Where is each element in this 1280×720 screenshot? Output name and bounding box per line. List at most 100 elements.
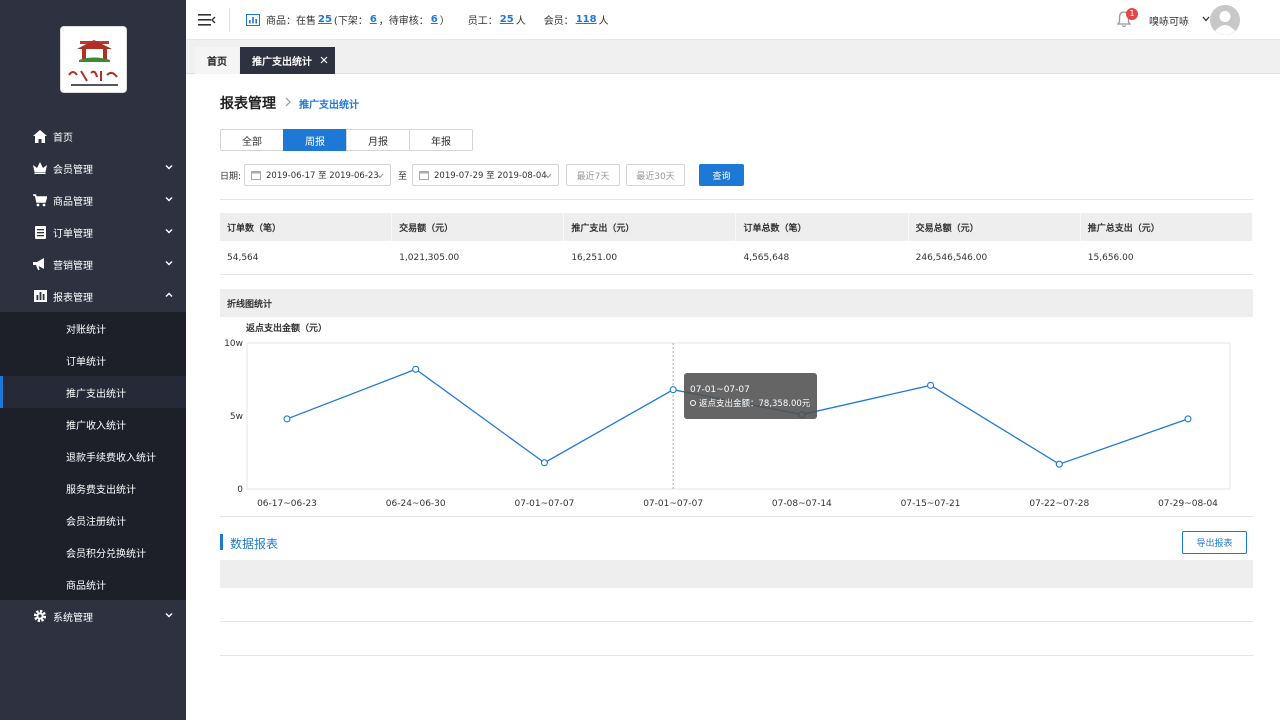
sidebar-sub-promo-income[interactable]: 推广收入统计 (0, 408, 186, 440)
staff-label: 员工： (467, 16, 498, 27)
sidebar-item-system[interactable]: 系统管理 (0, 600, 186, 632)
home-icon (33, 129, 47, 143)
sidebar-item-orders[interactable]: 订单管理 (0, 216, 186, 248)
summary-header-cell: 推广支出（元） (564, 213, 737, 241)
summary-header-cell: 交易额（元） (392, 213, 565, 241)
sidebar-item-home[interactable]: 首页 (0, 120, 186, 152)
user-avatar-icon (1210, 5, 1240, 35)
chevron-down-icon (544, 173, 552, 179)
tooltip-value: 返点支出金额：78,358.00元 (699, 398, 811, 409)
sidebar-sub-orders[interactable]: 订单统计 (0, 344, 186, 376)
query-button[interactable]: 查询 (699, 164, 744, 186)
summary-value-cell: 1,021,305.00 (392, 241, 565, 274)
avatar[interactable] (1210, 5, 1240, 35)
chart-icon (33, 289, 47, 303)
tab-promo-expense[interactable]: 推广支出统计 (240, 47, 335, 74)
date-filter: 日期: 2019-06-17 至 2019-06-23 至 2019-07-29… (220, 164, 760, 186)
period-all[interactable]: 全部 (220, 129, 284, 151)
pending-count[interactable]: 6 (431, 14, 438, 25)
summary-value-cell: 246,546,546.00 (909, 241, 1081, 274)
member-count[interactable]: 118 (576, 14, 597, 25)
date-range-end-value: 2019-07-29 至 2019-08-04 (434, 171, 547, 181)
sidebar-sub-goods[interactable]: 商品统计 (0, 568, 186, 600)
divider (220, 516, 1253, 517)
export-report-button[interactable]: 导出报表 (1182, 531, 1247, 554)
order-icon (33, 225, 47, 239)
period-yearly[interactable]: 年报 (409, 129, 473, 151)
x-tick-label: 07-22~07-28 (1029, 499, 1089, 509)
calendar-icon (251, 171, 261, 180)
sidebar-item-marketing[interactable]: 营销管理 (0, 248, 186, 280)
chevron-down-icon (165, 229, 173, 234)
on-sale-count[interactable]: 25 (318, 14, 332, 25)
sidebar-item-label: 系统管理 (53, 612, 93, 624)
chart-panel-title: 折线图统计 (220, 289, 1253, 317)
sidebar-nav: 首页 会员管理 商品管理 订单管理 营销管理 报表管理 对账统计 订单统计 推广… (0, 120, 186, 632)
summary-header-row: 订单数（笔） 交易额（元） 推广支出（元） 订单总数（笔） 交易总额（元） 推广… (220, 213, 1253, 241)
summary-value-cell: 4,565,648 (736, 241, 909, 274)
sidebar-sub-refund-fee[interactable]: 退款手续费收入统计 (0, 440, 186, 472)
tab-label: 推广支出统计 (252, 57, 312, 68)
close-icon[interactable] (319, 55, 329, 65)
sidebar-item-members[interactable]: 会员管理 (0, 152, 186, 184)
cart-icon (33, 193, 47, 207)
period-monthly[interactable]: 月报 (346, 129, 410, 151)
sidebar-item-label: 报表管理 (53, 292, 93, 304)
period-weekly[interactable]: 周报 (283, 129, 347, 151)
y-axis-label: 返点支出金额（元） (246, 322, 327, 334)
staff-count[interactable]: 25 (500, 14, 514, 25)
chevron-down-icon (376, 173, 384, 179)
tab-home[interactable]: 首页 (195, 47, 239, 74)
sidebar-item-label: 首页 (53, 132, 73, 144)
sidebar-sub-member-register[interactable]: 会员注册统计 (0, 504, 186, 536)
last-7-days-button[interactable]: 最近7天 (566, 164, 620, 186)
goods-label: 商品：在售 (266, 16, 316, 27)
pending-label: ，待审核： (378, 16, 429, 27)
off-shelf-label: (下架： (333, 16, 368, 27)
summary-header-cell: 推广总支出（元） (1081, 213, 1253, 241)
chevron-down-icon (165, 197, 173, 202)
member-label: 会员： (543, 16, 574, 27)
range-separator: 至 (398, 172, 408, 182)
sidebar-item-reports[interactable]: 报表管理 (0, 280, 186, 312)
tooltip-box (684, 373, 817, 419)
menu-toggle-icon[interactable] (198, 12, 216, 28)
summary-header-cell: 交易总额（元） (909, 213, 1081, 241)
crown-icon (33, 161, 47, 175)
brand-logo[interactable] (60, 26, 127, 93)
breadcrumb-current: 推广支出统计 (299, 100, 359, 111)
date-label: 日期: (220, 172, 242, 182)
chevron-down-icon (165, 165, 173, 170)
user-name[interactable]: 嗅哧可哧 (1149, 13, 1189, 28)
sidebar-sub-promo-expense[interactable]: 推广支出统计 (0, 376, 186, 408)
summary-header-cell: 订单数（笔） (220, 213, 393, 241)
chevron-down-icon[interactable] (1202, 16, 1210, 22)
sidebar-sub-reconciliation[interactable]: 对账统计 (0, 312, 186, 344)
report-table-header (220, 560, 1253, 588)
store-stats: 商品：在售 25 (下架： 6 ，待审核： 6 ） 员工： 25 人 会员： 1… (246, 12, 609, 27)
chevron-down-icon (165, 613, 173, 618)
period-tabs: 全部 周报 月报 年报 (220, 129, 473, 151)
data-point (412, 365, 420, 373)
close-paren: ） (439, 16, 450, 27)
date-range-start[interactable]: 2019-06-17 至 2019-06-23 (244, 164, 391, 186)
x-tick-label: 07-01~07-07 (514, 499, 574, 509)
y-tick-label: 10w (224, 339, 243, 349)
stats-icon (246, 13, 260, 26)
sidebar-item-label: 会员管理 (53, 164, 93, 176)
summary-value-row: 54,564 1,021,305.00 16,251.00 4,565,648 … (220, 241, 1253, 275)
sidebar-item-label: 商品管理 (53, 196, 93, 208)
sidebar-sub-service-fee[interactable]: 服务费支出统计 (0, 472, 186, 504)
data-point (1184, 415, 1192, 423)
sidebar-sub-points-exchange[interactable]: 会员积分兑换统计 (0, 536, 186, 568)
page-tabs: 首页 推广支出统计 (186, 40, 1280, 74)
report-section-title: 数据报表 (230, 537, 279, 551)
date-range-end[interactable]: 2019-07-29 至 2019-08-04 (412, 164, 559, 186)
last-30-days-button[interactable]: 最近30天 (626, 164, 685, 186)
data-point (1055, 460, 1063, 468)
sidebar-item-goods[interactable]: 商品管理 (0, 184, 186, 216)
top-header: 商品：在售 25 (下架： 6 ，待审核： 6 ） 员工： 25 人 会员： 1… (186, 0, 1280, 40)
off-shelf-count[interactable]: 6 (370, 14, 377, 25)
sidebar-item-label: 订单管理 (53, 228, 93, 240)
header-divider (229, 8, 230, 32)
